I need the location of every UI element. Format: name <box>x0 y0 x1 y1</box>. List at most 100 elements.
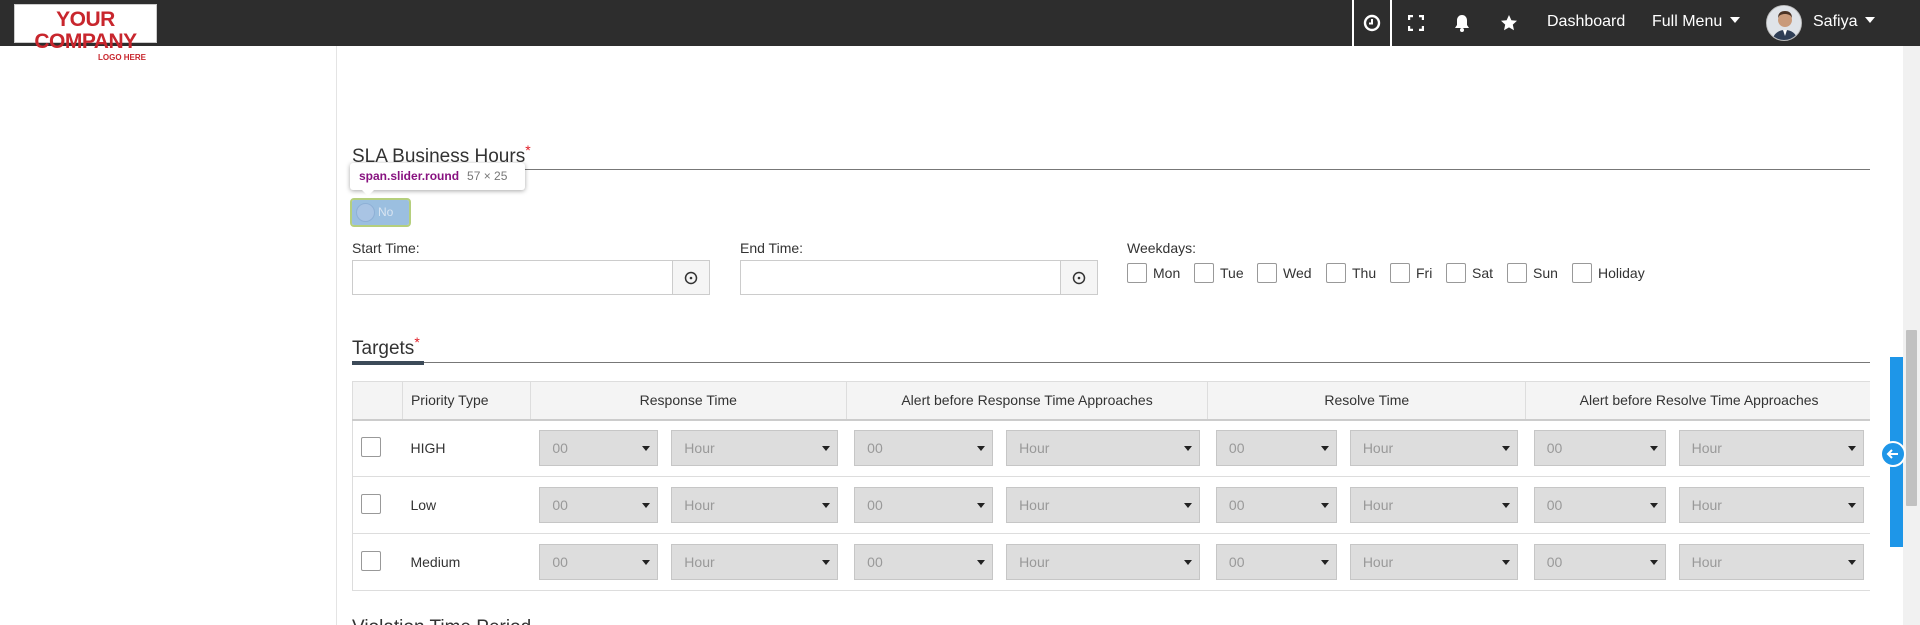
company-logo[interactable]: YOUR COMPANY LOGO HERE <box>14 4 157 62</box>
value-select[interactable]: 00 <box>539 487 659 523</box>
section-divider <box>352 362 1870 363</box>
bell-icon[interactable] <box>1450 11 1474 35</box>
targets-title: Targets* <box>352 334 420 360</box>
required-mark: * <box>525 142 531 158</box>
top-navbar: YOUR COMPANY LOGO HERE Dashboard Full Me… <box>0 0 1920 62</box>
targets-table: Priority Type Response Time Alert before… <box>352 381 1870 591</box>
weekday-wed[interactable]: Wed <box>1257 263 1312 283</box>
weekday-label: Sun <box>1533 265 1558 281</box>
weekday-tue[interactable]: Tue <box>1194 263 1244 283</box>
weekdays-label: Weekdays: <box>1127 240 1196 256</box>
weekday-checkbox[interactable] <box>1257 263 1277 283</box>
full-menu-label: Full Menu <box>1652 13 1723 30</box>
value-select[interactable]: 00 <box>854 487 994 523</box>
clock-icon <box>1072 271 1086 284</box>
unit-select[interactable]: Hour <box>1006 487 1200 523</box>
end-time-label: End Time: <box>740 240 804 256</box>
unit-select[interactable]: Hour <box>1678 487 1864 523</box>
star-icon[interactable] <box>1497 11 1521 35</box>
weekday-checkbox[interactable] <box>1507 263 1527 283</box>
unit-select[interactable]: Hour <box>1678 544 1864 580</box>
weekday-checkbox[interactable] <box>1127 263 1147 283</box>
priority-type-cell: Medium <box>402 533 531 591</box>
weekday-label: Tue <box>1220 265 1244 281</box>
business-hours-toggle[interactable]: No <box>350 198 411 227</box>
table-row: Medium 00 Hour 00 Hour 00 Hour 00 Hour <box>352 533 1870 591</box>
weekday-checkbox[interactable] <box>1572 263 1592 283</box>
value-select[interactable]: 00 <box>854 544 994 580</box>
value-select[interactable]: 00 <box>1215 430 1337 467</box>
unit-select[interactable]: Hour <box>671 544 839 580</box>
column-header: Response Time <box>529 381 847 421</box>
clock-icon <box>684 271 698 284</box>
end-time-picker-button[interactable] <box>1060 260 1098 295</box>
value-select[interactable]: 00 <box>539 430 659 467</box>
column-header: Priority Type <box>401 381 531 421</box>
start-time-picker-button[interactable] <box>672 260 710 295</box>
user-menu-dropdown[interactable]: Safiya <box>1813 0 1876 46</box>
required-mark: * <box>414 334 420 350</box>
value-select[interactable]: 00 <box>1533 544 1666 580</box>
unit-select[interactable]: Hour <box>671 430 839 467</box>
unit-select[interactable]: Hour <box>1678 430 1864 467</box>
dashboard-link[interactable]: Dashboard <box>1547 0 1625 46</box>
weekday-label: Holiday <box>1598 265 1645 281</box>
unit-select[interactable]: Hour <box>1006 544 1200 580</box>
fullscreen-icon[interactable] <box>1404 11 1428 35</box>
table-row: HIGH 00 Hour 00 Hour 00 Hour 00 Hour <box>352 419 1870 477</box>
navbar-divider <box>1390 0 1392 46</box>
violation-time-period-title: Violation Time Period <box>352 617 531 625</box>
navbar-divider <box>1352 0 1354 46</box>
weekday-checkbox[interactable] <box>1326 263 1346 283</box>
value-select[interactable]: 00 <box>1533 487 1666 523</box>
value-select[interactable]: 00 <box>1215 487 1337 523</box>
row-select-checkbox[interactable] <box>361 493 381 514</box>
weekday-label: Fri <box>1416 265 1433 281</box>
avatar[interactable] <box>1766 5 1802 41</box>
user-name: Safiya <box>1813 13 1858 30</box>
toggle-knob <box>356 203 375 222</box>
clock-icon[interactable] <box>1360 11 1384 35</box>
unit-select[interactable]: Hour <box>1349 487 1518 523</box>
value-select[interactable]: 00 <box>1215 544 1337 580</box>
value-select[interactable]: 00 <box>1533 430 1666 467</box>
toggle-label: No <box>378 205 394 219</box>
logo-text: YOUR COMPANY <box>34 8 137 53</box>
weekday-fri[interactable]: Fri <box>1390 263 1432 283</box>
scrollbar-thumb[interactable] <box>1906 330 1917 506</box>
unit-select[interactable]: Hour <box>1006 430 1200 467</box>
side-panel-toggle-button[interactable] <box>1880 441 1906 467</box>
start-time-input[interactable] <box>353 261 709 294</box>
weekday-sat[interactable]: Sat <box>1446 263 1493 283</box>
chevron-down-icon <box>1865 17 1876 23</box>
weekday-thu[interactable]: Thu <box>1326 263 1376 283</box>
tooltip-dimensions: 57 × 25 <box>467 169 508 183</box>
logo-subtext: LOGO HERE <box>97 53 146 62</box>
weekday-checkbox[interactable] <box>1390 263 1410 283</box>
end-time-field[interactable] <box>740 260 1098 295</box>
end-time-input[interactable] <box>741 261 1097 294</box>
start-time-field[interactable] <box>352 260 710 295</box>
main-content: SLA Business Hours* span.slider.round 57 … <box>336 46 1870 625</box>
full-menu-dropdown[interactable]: Full Menu <box>1652 0 1741 46</box>
start-time-label: Start Time: <box>352 240 420 256</box>
priority-type-cell: Low <box>402 476 531 534</box>
weekday-checkbox[interactable] <box>1194 263 1214 283</box>
weekday-mon[interactable]: Mon <box>1127 263 1180 283</box>
value-select[interactable]: 00 <box>854 430 994 467</box>
devtools-element-tooltip: span.slider.round 57 × 25 <box>350 163 525 196</box>
table-row: Low 00 Hour 00 Hour 00 Hour 00 Hour <box>352 476 1870 534</box>
weekday-sun[interactable]: Sun <box>1507 263 1558 283</box>
row-select-checkbox[interactable] <box>361 436 381 457</box>
unit-select[interactable]: Hour <box>1349 430 1518 467</box>
unit-select[interactable]: Hour <box>1349 544 1518 580</box>
priority-type-cell: HIGH <box>402 419 531 477</box>
value-select[interactable]: 00 <box>539 544 659 580</box>
weekday-label: Wed <box>1283 265 1312 281</box>
section-title-text: Targets <box>352 338 415 359</box>
weekday-checkbox[interactable] <box>1446 263 1466 283</box>
row-select-checkbox[interactable] <box>361 550 381 571</box>
unit-select[interactable]: Hour <box>671 487 839 523</box>
weekday-holiday[interactable]: Holiday <box>1572 263 1645 283</box>
table-header-row: Priority Type Response Time Alert before… <box>352 381 1870 421</box>
